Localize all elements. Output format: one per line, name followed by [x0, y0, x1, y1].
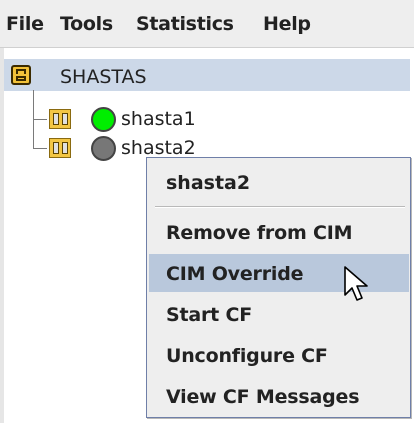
- status-offline-icon: [91, 136, 116, 161]
- menu-item-remove-from-cim[interactable]: Remove from CIM: [149, 213, 409, 251]
- tree-connector: [33, 148, 47, 149]
- menu-bar: File Tools Statistics Help: [0, 0, 414, 48]
- menu-item-label: Start CF: [166, 304, 252, 326]
- menu-item-label: Unconfigure CF: [166, 345, 328, 367]
- mouse-cursor-icon: [344, 266, 368, 301]
- cluster-icon: [11, 65, 31, 85]
- status-online-icon: [91, 107, 116, 132]
- menu-statistics[interactable]: Statistics: [136, 13, 234, 35]
- context-menu-header: shasta2: [147, 158, 410, 202]
- menu-item-unconfigure-cf[interactable]: Unconfigure CF: [149, 336, 409, 374]
- menu-item-label: View CF Messages: [166, 386, 360, 408]
- menu-item-label: CIM Override: [166, 263, 304, 285]
- tree-connector: [33, 119, 47, 120]
- menu-tools[interactable]: Tools: [60, 13, 113, 35]
- menu-item-label: Remove from CIM: [166, 222, 353, 244]
- menu-separator: [155, 206, 405, 208]
- server-icon: [49, 138, 71, 158]
- tree-root-label[interactable]: SHASTAS: [60, 66, 147, 88]
- tree-node-shasta1[interactable]: shasta1: [121, 108, 196, 130]
- menu-help[interactable]: Help: [263, 13, 311, 35]
- menu-file[interactable]: File: [6, 13, 44, 35]
- context-menu-title: shasta2: [166, 172, 251, 194]
- server-icon: [49, 109, 71, 129]
- menu-item-view-cf-messages[interactable]: View CF Messages: [149, 377, 409, 415]
- tree-node-shasta2[interactable]: shasta2: [121, 137, 196, 159]
